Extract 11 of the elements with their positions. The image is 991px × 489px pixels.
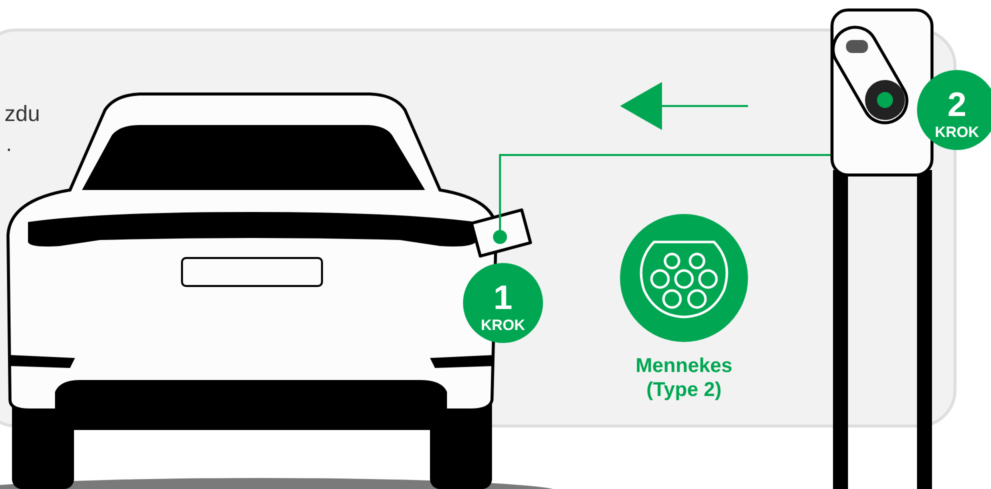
step-number: 1 bbox=[494, 279, 512, 317]
step-label: KROK bbox=[480, 317, 526, 334]
intro-text: . bbox=[6, 131, 12, 156]
connector-name: Mennekes bbox=[636, 355, 732, 377]
type2-socket-icon bbox=[620, 214, 748, 342]
arrow-icon bbox=[620, 82, 748, 130]
connector-type: (Type 2) bbox=[646, 379, 722, 401]
intro-text: zdu bbox=[4, 101, 40, 126]
port-dot-icon bbox=[493, 230, 507, 244]
step-number: 2 bbox=[948, 86, 966, 124]
step-label: KROK bbox=[934, 124, 980, 141]
